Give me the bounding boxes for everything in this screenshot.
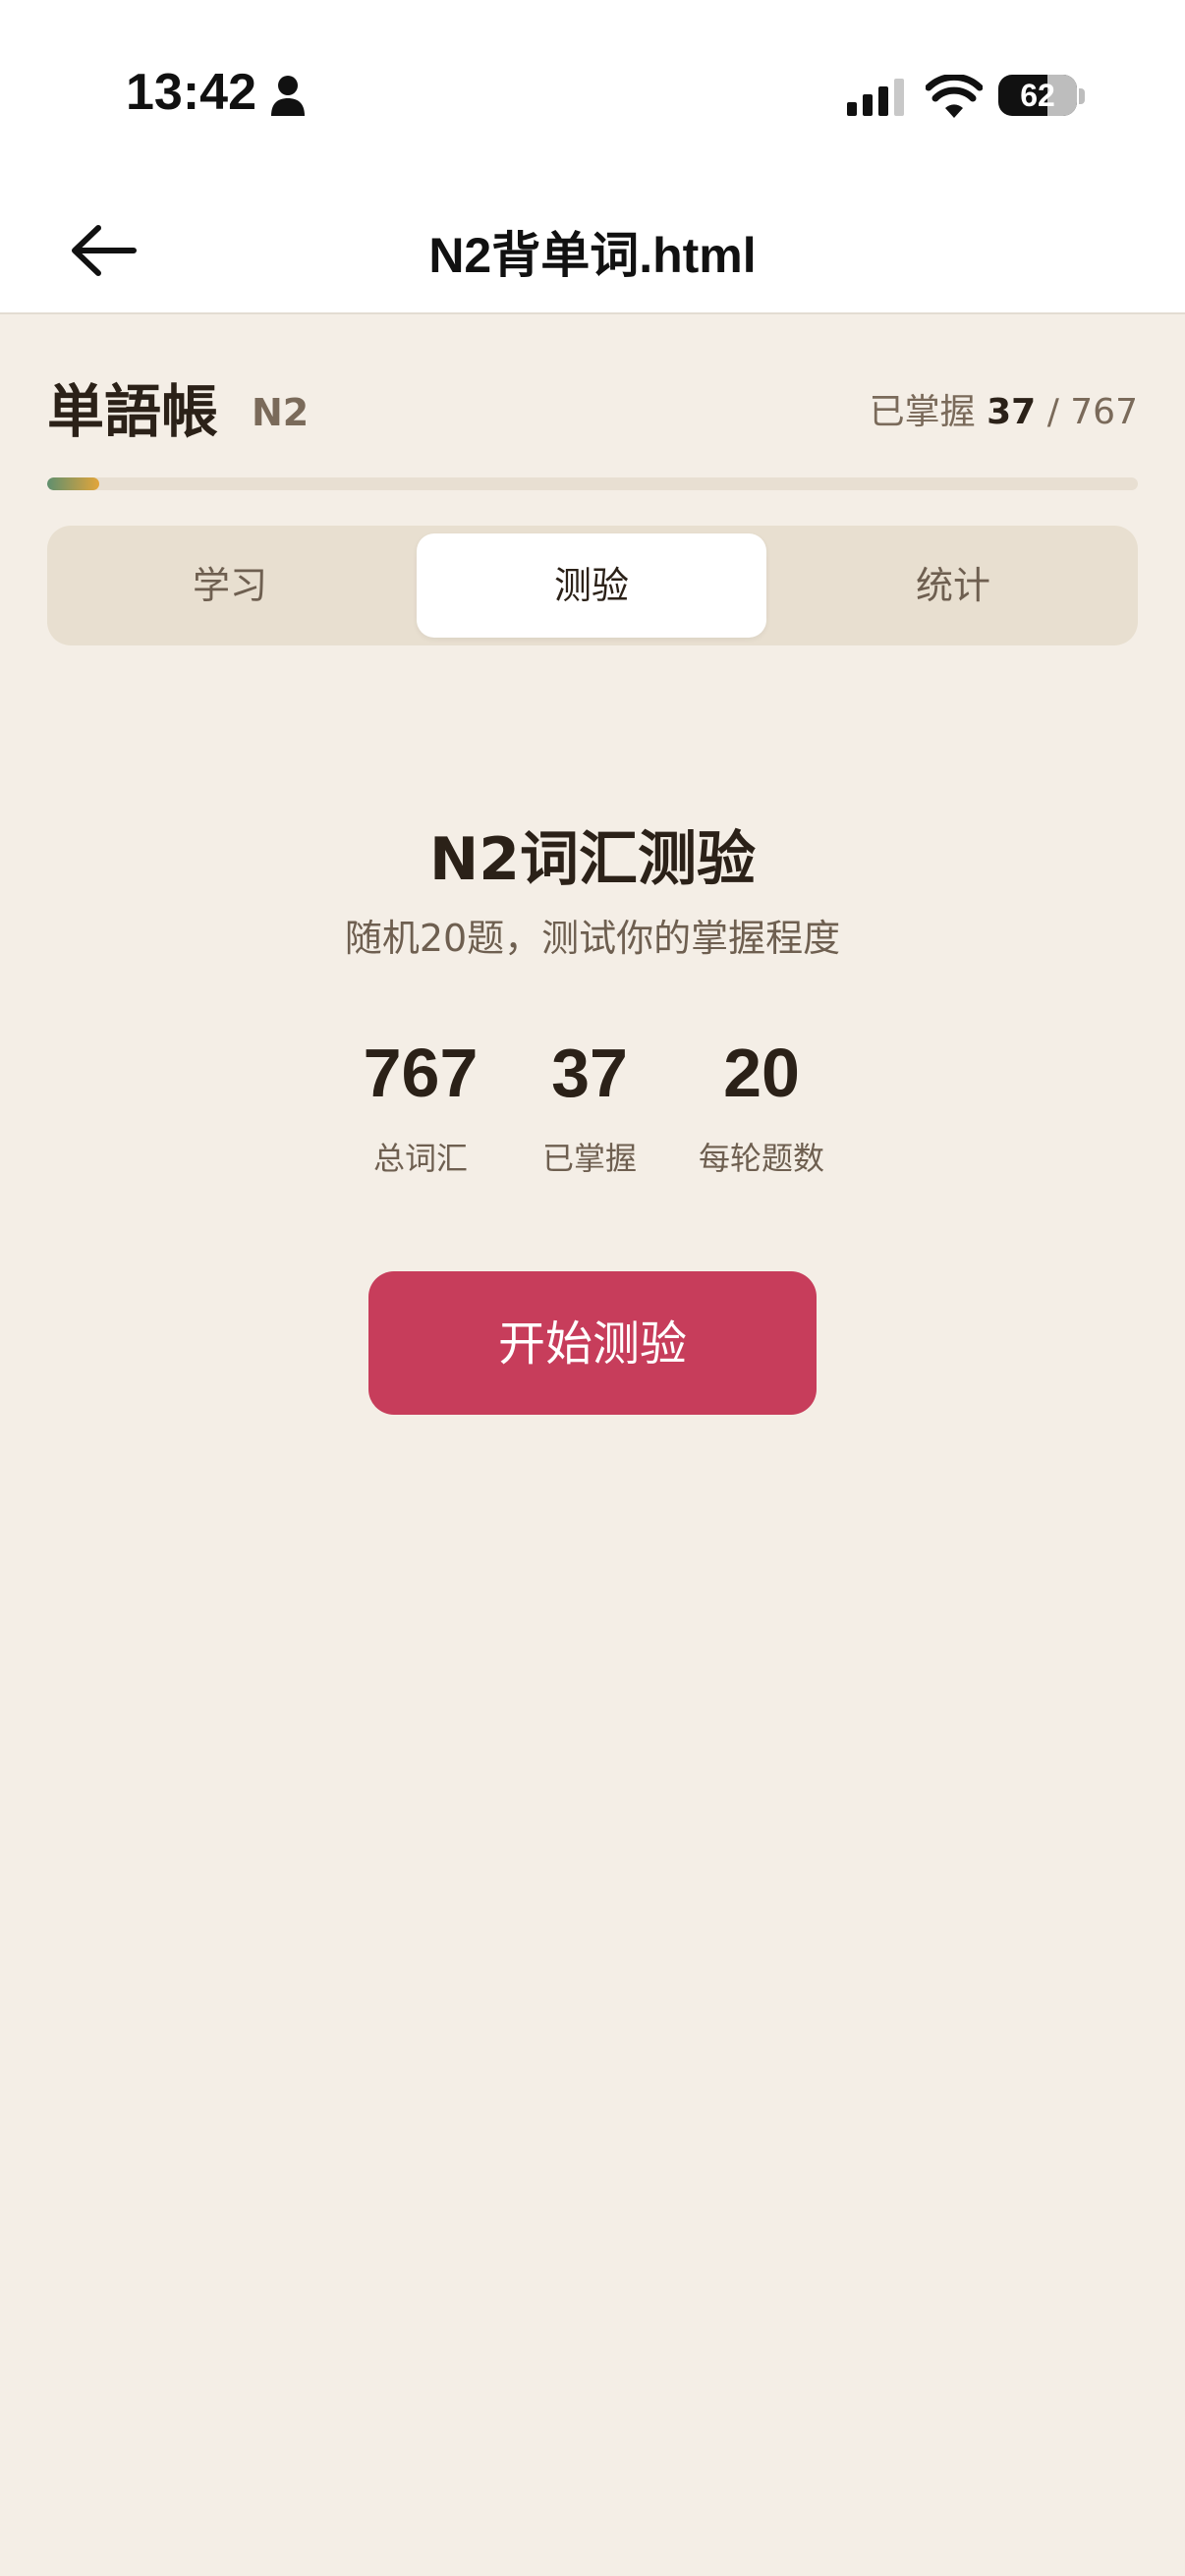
mastery-progress-bar [47,477,1138,490]
page-title: N2背单词.html [428,228,757,283]
stat-label: 总词汇 [372,1140,468,1177]
status-bar: 13:42 62 [0,0,1185,187]
stat-mastered: 37 已掌握 [491,1034,688,1179]
stat-total-vocab: 767 总词汇 [322,1034,519,1179]
tab-bar: 学习 测验 统计 [47,526,1138,645]
app-title: 単語帳 [47,378,219,445]
count-separator: / [1046,392,1059,432]
level-badge: N2 [252,391,310,434]
quiz-subtitle: 随机20题，测试你的掌握程度 [344,917,841,960]
stat-label: 每轮题数 [698,1140,824,1177]
nav-bar: N2背单词.html [0,187,1185,314]
mastered-count: 37 [987,392,1037,432]
stat-value: 20 [723,1035,800,1111]
stat-value: 767 [363,1035,479,1111]
status-time: 13:42 [126,64,256,121]
tab-quiz[interactable]: 测验 [417,533,766,638]
battery-level: 62 [1020,78,1055,113]
stat-questions-per-round: 20 每轮题数 [663,1034,860,1179]
battery-tip [1079,88,1085,104]
mastery-summary: 已掌握 37 / 767 [870,383,1138,434]
wifi-icon [926,75,983,118]
total-count: 767 [1070,392,1138,432]
mastery-progress-fill [47,477,100,490]
quiz-title: N2词汇测验 [429,825,756,894]
battery-icon: 62 [998,75,1077,116]
mastered-label: 已掌握 [869,392,976,432]
tab-study[interactable]: 学习 [55,533,405,638]
stat-value: 37 [551,1035,628,1111]
person-icon [271,76,305,116]
cellular-signal-icon [847,79,904,116]
stat-label: 已掌握 [541,1140,637,1177]
start-quiz-button[interactable]: 开始测验 [368,1271,817,1415]
tab-stats[interactable]: 统计 [778,533,1128,638]
